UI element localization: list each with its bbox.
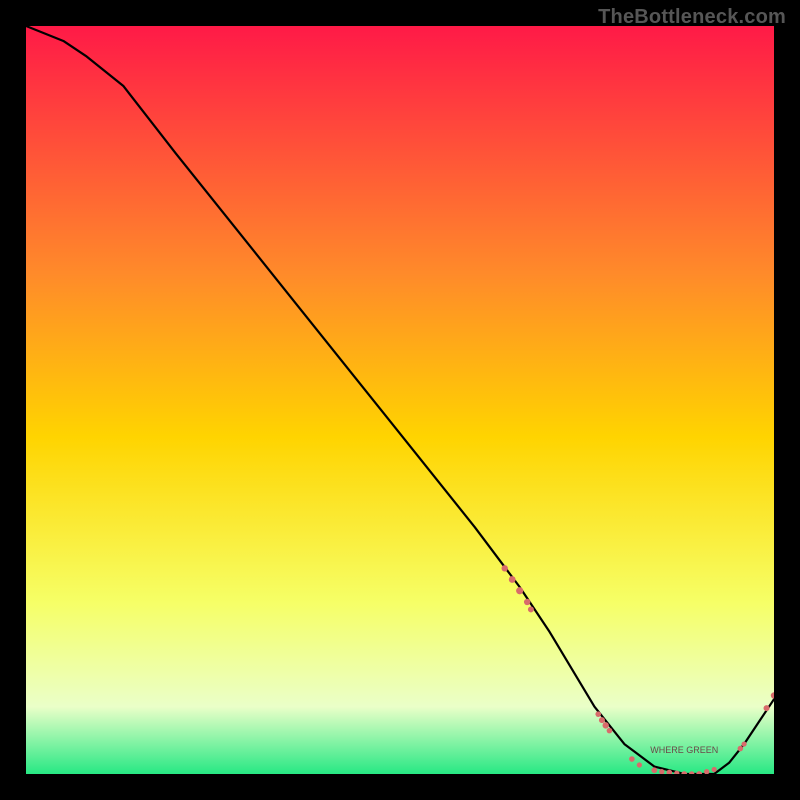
data-marker xyxy=(502,565,508,571)
data-marker xyxy=(629,756,635,762)
data-marker xyxy=(524,599,530,605)
data-marker xyxy=(528,606,534,612)
plot-svg: WHERE GREEN xyxy=(26,26,774,774)
valley-label: WHERE GREEN xyxy=(650,745,718,755)
data-marker xyxy=(607,728,613,734)
gradient-background xyxy=(26,26,774,774)
data-marker xyxy=(599,717,605,723)
data-marker xyxy=(651,767,657,773)
data-marker xyxy=(741,741,746,746)
data-marker xyxy=(712,767,717,772)
chart-frame: TheBottleneck.com WHERE GREEN xyxy=(0,0,800,800)
plot-area: WHERE GREEN xyxy=(26,26,774,774)
data-marker xyxy=(516,587,523,594)
data-marker xyxy=(595,711,601,717)
data-marker xyxy=(637,762,642,767)
data-marker xyxy=(509,576,516,583)
data-marker xyxy=(738,746,744,752)
data-marker xyxy=(603,722,609,728)
data-marker xyxy=(764,705,770,711)
